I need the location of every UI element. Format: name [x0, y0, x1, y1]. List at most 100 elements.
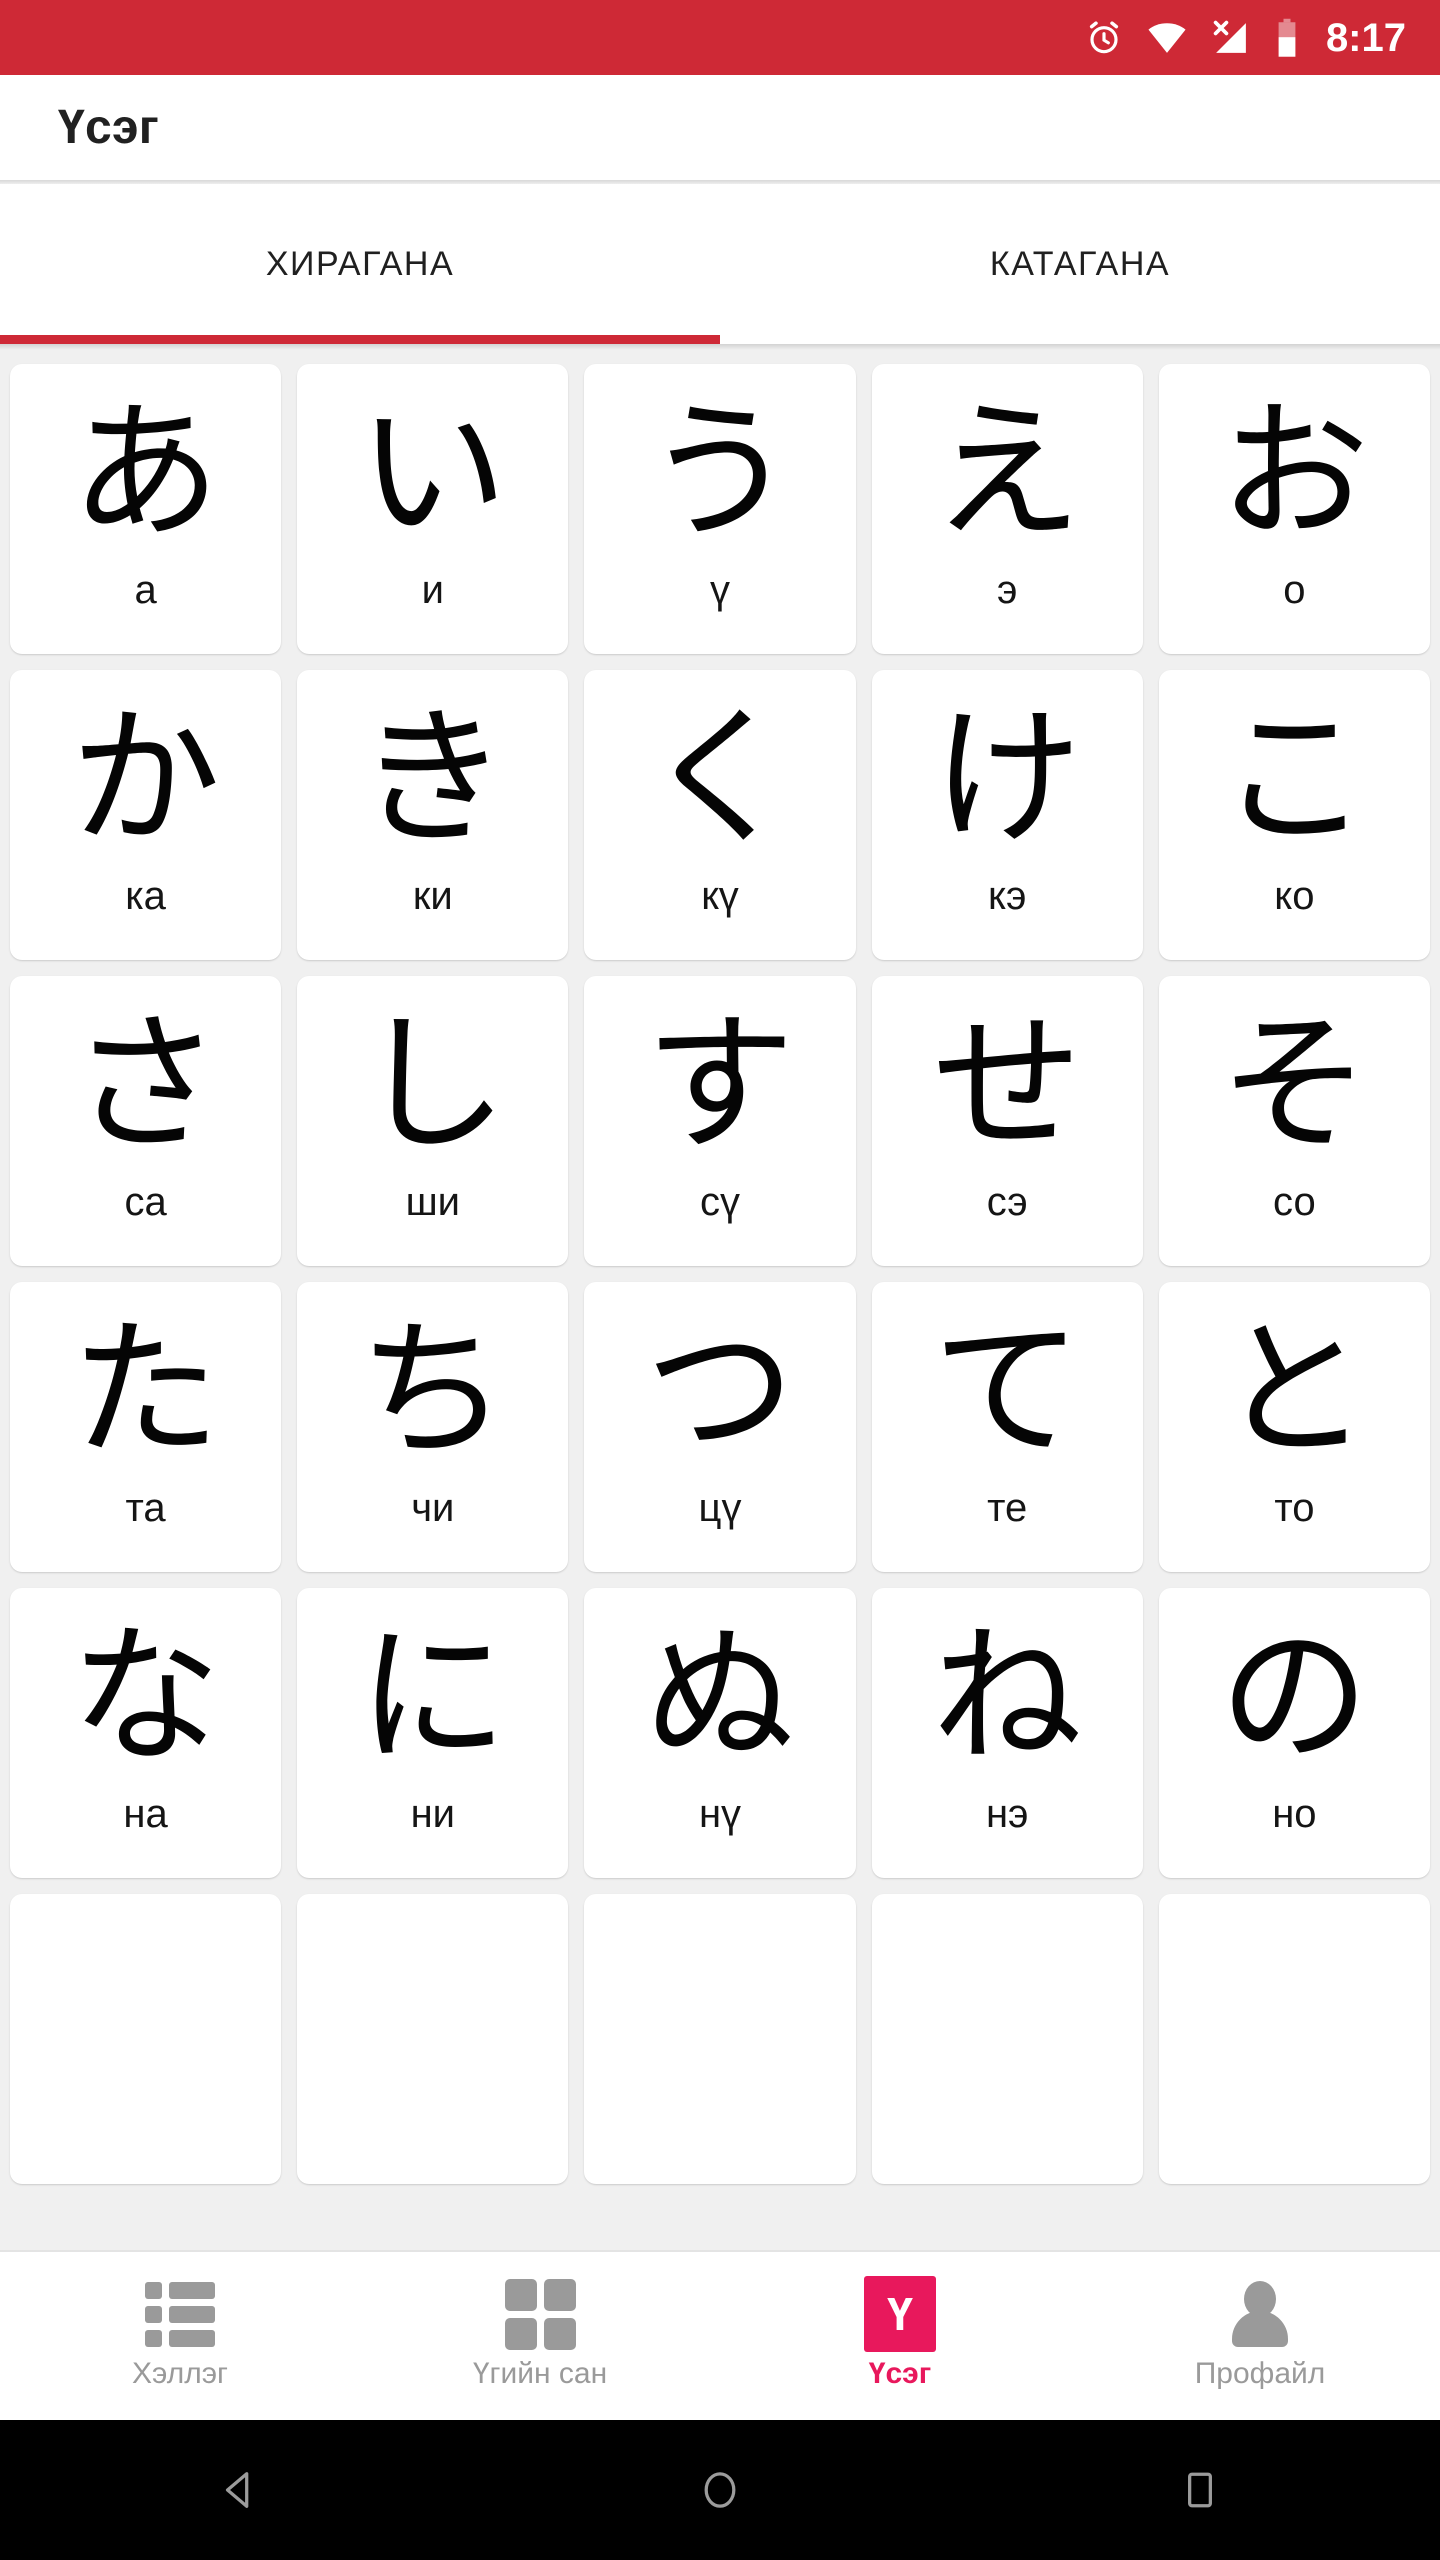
- kana-character: す: [644, 998, 795, 1172]
- kana-transliteration: и: [421, 568, 444, 612]
- nav-item-useg[interactable]: Ү Үсэг: [720, 2252, 1080, 2420]
- kana-card[interactable]: せ сэ: [871, 976, 1143, 1266]
- nav-item-ugiin-san-label: Үгийн сан: [472, 2357, 608, 2390]
- wifi-icon: [1146, 17, 1188, 59]
- kana-character: い: [357, 386, 508, 560]
- kana-transliteration: ка: [125, 874, 166, 918]
- nav-item-profile-label: Профайл: [1194, 2357, 1326, 2390]
- kana-character: こ: [1219, 692, 1370, 866]
- kana-card[interactable]: [871, 1894, 1143, 2184]
- kana-card[interactable]: と то: [1158, 1282, 1430, 1572]
- recents-icon[interactable]: [1120, 2420, 1280, 2560]
- kana-character: お: [1219, 386, 1370, 560]
- kana-transliteration: а: [134, 568, 157, 612]
- bottom-navigation: Хэллэг Үгийн сан Ү Үсэг Профайл: [0, 2250, 1440, 2420]
- tab-hiragana[interactable]: ХИРАГАНА: [0, 184, 720, 344]
- kana-card[interactable]: し ши: [297, 976, 569, 1266]
- kana-card[interactable]: た та: [10, 1282, 282, 1572]
- tab-katakana-label: КАТАГАНА: [989, 244, 1171, 283]
- kana-transliteration: ши: [405, 1180, 460, 1224]
- tab-active-indicator: [0, 335, 720, 344]
- kana-card[interactable]: な на: [10, 1588, 282, 1878]
- kana-transliteration: сэ: [986, 1180, 1028, 1224]
- kana-character: う: [644, 386, 795, 560]
- kana-card[interactable]: えэ: [871, 364, 1143, 654]
- kana-character: け: [932, 692, 1083, 866]
- kana-card[interactable]: け кэ: [871, 670, 1143, 960]
- kana-character: え: [932, 386, 1083, 560]
- kana-transliteration: са: [124, 1180, 167, 1224]
- tab-hiragana-label: ХИРАГАНА: [265, 244, 455, 283]
- signal-no-sim-icon: [1210, 17, 1252, 59]
- app-root: 8:17 Үсэг ХИРАГАНА КАТАГАНА あаいиうүえэおоかк…: [0, 0, 1440, 2560]
- kana-character: さ: [70, 998, 221, 1172]
- kana-transliteration: нэ: [985, 1792, 1029, 1836]
- nav-item-ugiin-san[interactable]: Үгийн сан: [360, 2252, 720, 2420]
- kana-transliteration: кү: [701, 874, 739, 918]
- kana-transliteration: э: [996, 568, 1018, 612]
- kana-card[interactable]: か ка: [10, 670, 282, 960]
- nav-item-helleg[interactable]: Хэллэг: [0, 2252, 360, 2420]
- kana-transliteration: то: [1274, 1486, 1315, 1530]
- kana-transliteration: о: [1283, 568, 1306, 612]
- home-icon[interactable]: [640, 2420, 800, 2560]
- kana-card[interactable]: あа: [10, 364, 282, 654]
- kana-character: な: [70, 1610, 221, 1784]
- tab-bar: ХИРАГАНА КАТАГАНА: [0, 184, 1440, 344]
- kana-character: ね: [932, 1610, 1083, 1784]
- app-bar: Үсэг: [0, 75, 1440, 180]
- kana-card[interactable]: ね нэ: [871, 1588, 1143, 1878]
- kana-character: せ: [932, 998, 1083, 1172]
- kana-character: の: [1219, 1610, 1370, 1784]
- kana-card[interactable]: [584, 1894, 856, 2184]
- kana-transliteration: на: [123, 1792, 168, 1836]
- kana-character: て: [932, 1304, 1083, 1478]
- kana-character: に: [357, 1610, 508, 1784]
- kana-grid-scroll-area[interactable]: あ а い и う ү え э お о か ка き ки く кү け кэ こ ко さ са し ши す сү せ сэ そ со…: [0, 350, 1440, 2250]
- kana-card[interactable]: の но: [1158, 1588, 1430, 1878]
- nav-item-useg-label: Үсэг: [868, 2357, 932, 2390]
- status-bar: 8:17: [0, 0, 1440, 75]
- kana-card[interactable]: に ни: [297, 1588, 569, 1878]
- kana-card[interactable]: そ со: [1158, 976, 1430, 1266]
- kana-card[interactable]: く кү: [584, 670, 856, 960]
- nav-item-profile[interactable]: Профайл: [1080, 2252, 1440, 2420]
- kana-card[interactable]: き ки: [297, 670, 569, 960]
- list-icon: [145, 2281, 215, 2347]
- kana-transliteration: ко: [1274, 874, 1315, 918]
- kana-transliteration: ни: [410, 1792, 455, 1836]
- kana-character: つ: [644, 1304, 795, 1478]
- kana-character: か: [70, 692, 221, 866]
- system-navigation-bar: [0, 2420, 1440, 2560]
- kana-card[interactable]: さ са: [10, 976, 282, 1266]
- kana-card[interactable]: す сү: [584, 976, 856, 1266]
- kana-card[interactable]: おо: [1158, 364, 1430, 654]
- kana-character: く: [644, 692, 795, 866]
- kana-character: ち: [357, 1304, 508, 1478]
- kana-card[interactable]: うү: [584, 364, 856, 654]
- battery-icon: [1274, 17, 1300, 59]
- letter-badge-text: Ү: [864, 2276, 936, 2352]
- kana-transliteration: цү: [698, 1486, 742, 1530]
- kana-transliteration: те: [987, 1486, 1028, 1530]
- grid-icon: [504, 2278, 576, 2350]
- kana-card[interactable]: こ ко: [1158, 670, 1430, 960]
- kana-card[interactable]: つ цү: [584, 1282, 856, 1572]
- kana-card[interactable]: ち чи: [297, 1282, 569, 1572]
- kana-transliteration: ки: [412, 874, 453, 918]
- kana-card[interactable]: ぬ нү: [584, 1588, 856, 1878]
- kana-card[interactable]: て те: [871, 1282, 1143, 1572]
- kana-card[interactable]: [297, 1894, 569, 2184]
- kana-card[interactable]: いи: [297, 364, 569, 654]
- kana-transliteration: нү: [698, 1792, 742, 1836]
- tab-katakana[interactable]: КАТАГАНА: [720, 184, 1440, 344]
- kana-transliteration: но: [1272, 1792, 1317, 1836]
- kana-grid: あ а い и う ү え э お о か ка き ки く кү け кэ こ ко さ са し ши す сү せ сэ そ со…: [10, 364, 1430, 2184]
- kana-transliteration: ү: [709, 568, 730, 612]
- back-icon[interactable]: [160, 2420, 320, 2560]
- kana-card[interactable]: [1158, 1894, 1430, 2184]
- kana-card[interactable]: [10, 1894, 282, 2184]
- kana-character: し: [357, 998, 508, 1172]
- kana-character: と: [1219, 1304, 1370, 1478]
- alarm-icon: [1084, 18, 1124, 58]
